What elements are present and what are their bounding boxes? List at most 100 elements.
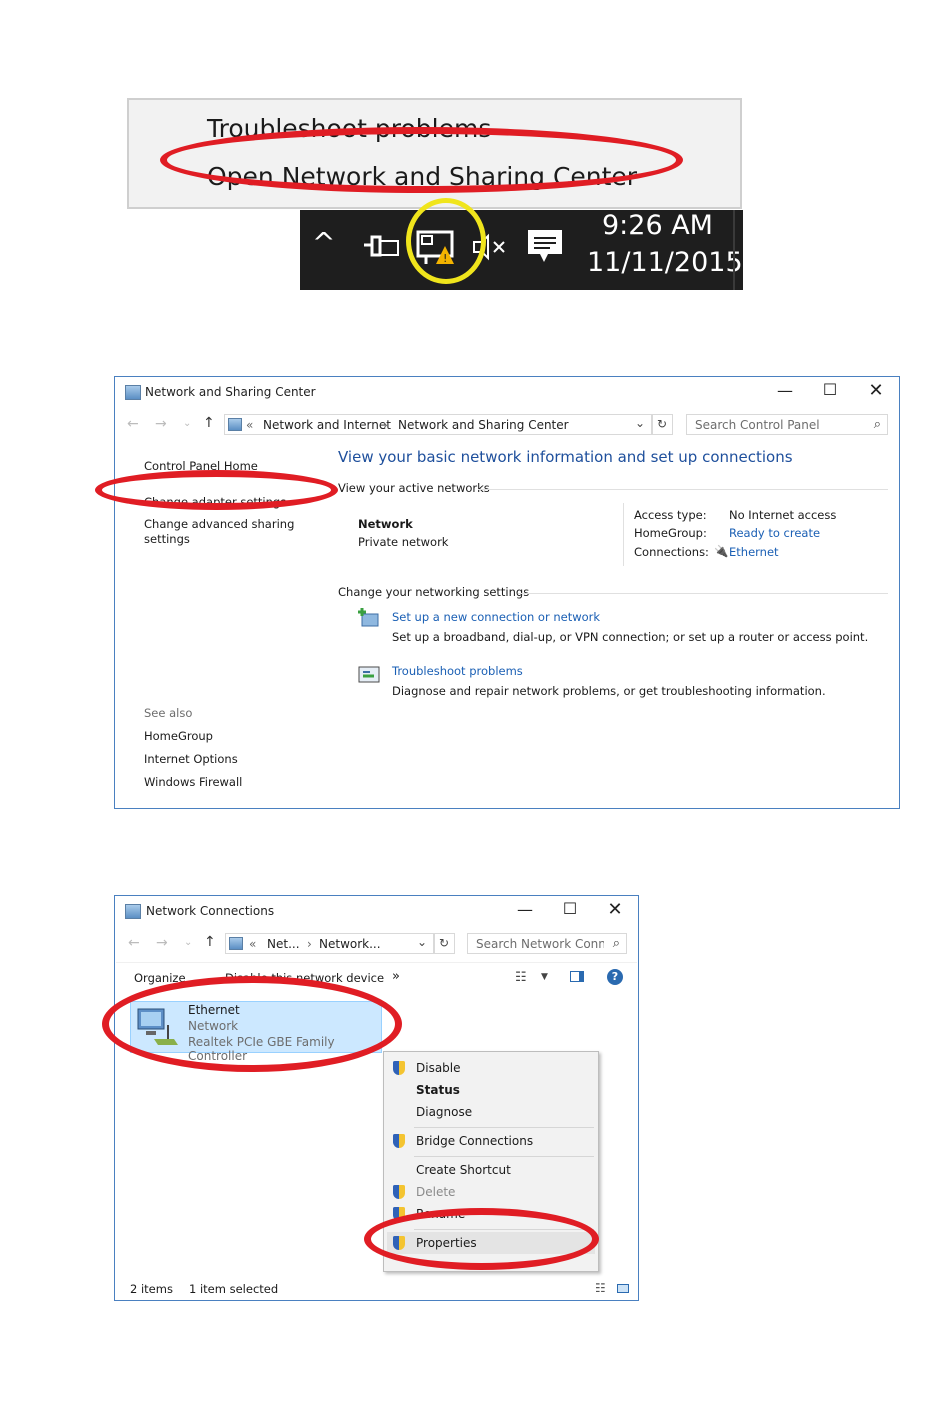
setup-connection-description: Set up a broadband, dial-up, or VPN conn… (392, 630, 869, 644)
access-type-value: No Internet access (729, 508, 837, 522)
up-arrow-icon[interactable]: ↑ (204, 934, 216, 950)
show-desktop-divider (733, 210, 735, 290)
network-warning-icon[interactable]: ! (416, 230, 460, 266)
uac-shield-icon (393, 1134, 405, 1148)
menu-item-open-network-center[interactable]: Open Network and Sharing Center (207, 162, 637, 191)
breadcrumb-network-internet[interactable]: Net... (267, 937, 300, 951)
clock-time[interactable]: 9:26 AM (602, 210, 713, 241)
ctx-properties[interactable]: Properties (416, 1236, 477, 1250)
window-title: Network Connections (146, 904, 275, 918)
sidebar-change-adapter-settings[interactable]: Change adapter settings (144, 495, 286, 509)
battery-plug-icon[interactable] (362, 232, 402, 262)
search-input[interactable]: Search Control Panel ⌕ (686, 414, 888, 435)
breadcrumb-separator: › (383, 418, 388, 432)
search-icon: ⌕ (612, 936, 620, 951)
disable-device-button[interactable]: Disable this network device (225, 971, 384, 985)
close-button[interactable]: ✕ (866, 380, 886, 401)
preview-pane-icon[interactable] (570, 971, 584, 982)
uac-shield-icon (393, 1061, 405, 1075)
refresh-icon: ↻ (439, 936, 450, 950)
status-selection: 1 item selected (189, 1282, 279, 1296)
adapter-name: Ethernet (188, 1003, 240, 1017)
ethernet-connection-link[interactable]: Ethernet (729, 545, 779, 559)
refresh-button[interactable]: ↻ (434, 933, 455, 954)
divider (623, 503, 624, 566)
menu-separator (414, 1229, 594, 1230)
sidebar-control-panel-home[interactable]: Control Panel Home (144, 459, 258, 473)
sidebar-internet-options[interactable]: Internet Options (144, 752, 238, 766)
organize-button[interactable]: Organize (134, 971, 186, 985)
access-type-label: Access type: (634, 508, 707, 522)
breadcrumb-separator: › (307, 937, 312, 951)
toolbar-more-button[interactable]: » (392, 969, 400, 984)
refresh-icon: ↻ (657, 417, 668, 431)
search-input[interactable]: Search Network Conn... ⌕ (467, 933, 627, 954)
ctx-disable[interactable]: Disable (416, 1061, 461, 1075)
address-location-icon (228, 418, 242, 431)
breadcrumb-network-internet[interactable]: Network and Internet (263, 418, 391, 432)
action-center-icon[interactable] (526, 228, 564, 264)
address-bar[interactable]: « Net... › Network... ⌄ (225, 933, 434, 954)
volume-muted-icon[interactable] (472, 232, 508, 262)
ctx-diagnose[interactable]: Diagnose (416, 1105, 472, 1119)
address-bar[interactable]: « Network and Internet › Network and Sha… (224, 414, 652, 435)
minimize-button[interactable]: — (775, 381, 795, 400)
up-arrow-icon[interactable]: ↑ (203, 415, 215, 431)
details-view-icon[interactable]: ☷ (595, 1281, 606, 1295)
ctx-status[interactable]: Status (416, 1083, 460, 1097)
show-hidden-icons-icon[interactable]: ^ (312, 226, 335, 259)
ctx-bridge-connections[interactable]: Bridge Connections (416, 1134, 533, 1148)
breadcrumb-network-connections[interactable]: Network... (319, 937, 381, 951)
change-view-icon[interactable]: ☷ (515, 970, 527, 985)
address-location-icon (229, 937, 243, 950)
homegroup-label: HomeGroup: (634, 526, 707, 540)
network-sharing-center-window: Network and Sharing Center — ☐ ✕ ← → ⌄ ↑… (114, 376, 900, 809)
back-arrow-icon[interactable]: ← (128, 935, 140, 951)
adapter-device: Realtek PCIe GBE Family Controller (188, 1035, 335, 1063)
new-connection-icon (358, 608, 379, 627)
large-icons-view-icon[interactable] (617, 1284, 629, 1293)
search-placeholder: Search Control Panel (695, 418, 820, 432)
homegroup-link[interactable]: Ready to create (729, 526, 820, 540)
ethernet-adapter-item[interactable]: Ethernet Network Realtek PCIe GBE Family… (130, 1001, 382, 1063)
ctx-delete[interactable]: Delete (416, 1185, 455, 1199)
taskbar-tray: ^ ! 9:26 AM 11/11/2015 (300, 210, 743, 290)
breadcrumb-overflow[interactable]: « (249, 937, 256, 951)
back-arrow-icon[interactable]: ← (127, 416, 139, 432)
ctx-rename[interactable]: Rename (416, 1207, 465, 1221)
menu-separator (414, 1127, 594, 1128)
forward-arrow-icon[interactable]: → (155, 416, 167, 432)
sidebar-homegroup[interactable]: HomeGroup (144, 729, 213, 743)
minimize-button[interactable]: — (515, 900, 535, 919)
setup-connection-link[interactable]: Set up a new connection or network (392, 610, 600, 624)
refresh-button[interactable]: ↻ (652, 414, 673, 435)
maximize-button[interactable]: ☐ (820, 380, 840, 399)
ctx-create-shortcut[interactable]: Create Shortcut (416, 1163, 511, 1177)
forward-arrow-icon[interactable]: → (156, 935, 168, 951)
menu-item-troubleshoot[interactable]: Troubleshoot problems (207, 114, 491, 143)
troubleshoot-icon (358, 666, 380, 683)
uac-shield-icon (393, 1236, 405, 1250)
breadcrumb-overflow[interactable]: « (246, 418, 253, 432)
clock-date[interactable]: 11/11/2015 (587, 247, 743, 278)
adapter-context-menu: Disable Status Diagnose Bridge Connectio… (383, 1051, 599, 1272)
maximize-button[interactable]: ☐ (560, 899, 580, 918)
view-dropdown-icon[interactable]: ▼ (541, 972, 548, 982)
close-button[interactable]: ✕ (605, 899, 625, 920)
breadcrumb-network-sharing-center[interactable]: Network and Sharing Center (398, 418, 569, 432)
see-also-heading: See also (144, 706, 193, 720)
recent-dropdown-icon[interactable]: ⌄ (183, 418, 191, 429)
svg-text:!: ! (443, 252, 447, 265)
recent-dropdown-icon[interactable]: ⌄ (184, 937, 192, 948)
address-dropdown-icon[interactable]: ⌄ (417, 935, 427, 949)
menu-separator (414, 1156, 594, 1157)
sidebar-change-sharing-settings[interactable]: Change advanced sharing (144, 517, 294, 531)
address-dropdown-icon[interactable]: ⌄ (635, 416, 645, 430)
sidebar-change-sharing-settings-line2[interactable]: settings (144, 532, 190, 546)
troubleshoot-link[interactable]: Troubleshoot problems (392, 664, 523, 678)
window-title: Network and Sharing Center (145, 385, 316, 399)
troubleshoot-description: Diagnose and repair network problems, or… (392, 684, 826, 698)
help-icon[interactable]: ? (607, 969, 623, 985)
uac-shield-icon (393, 1185, 405, 1199)
sidebar-windows-firewall[interactable]: Windows Firewall (144, 775, 242, 789)
